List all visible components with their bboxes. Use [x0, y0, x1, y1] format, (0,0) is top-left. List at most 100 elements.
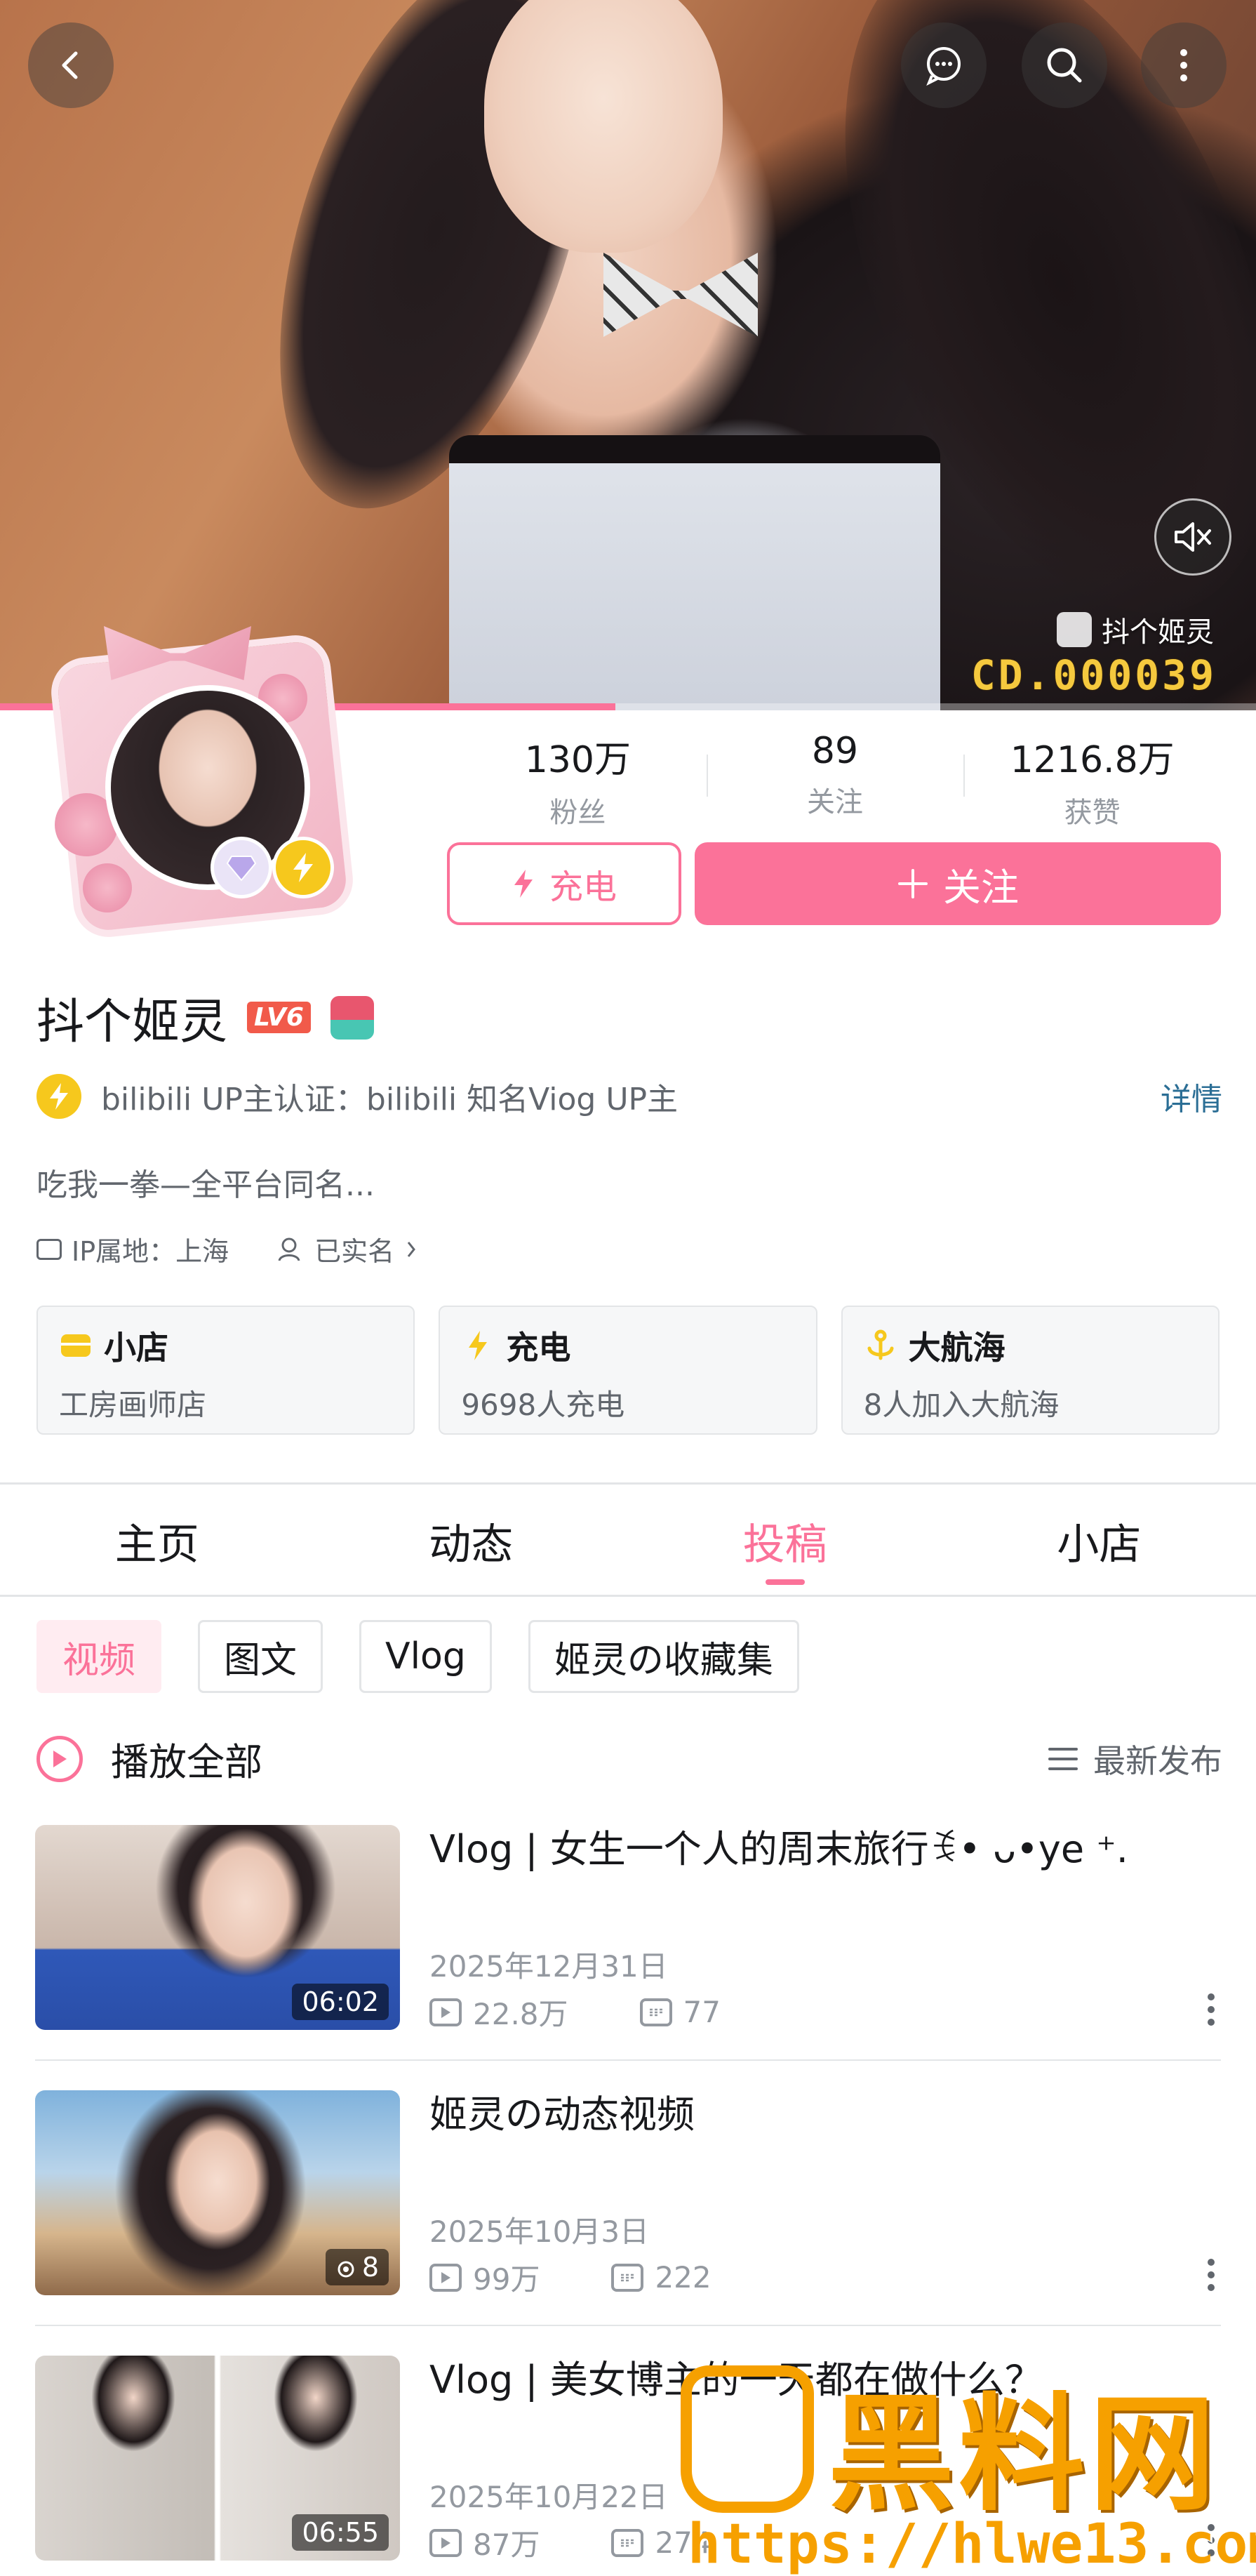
card-title: 小店: [104, 1322, 168, 1369]
stat-value: 1216.8万: [1010, 730, 1175, 783]
person-verified-icon: [276, 1235, 305, 1263]
tab-dynamics[interactable]: 动态: [314, 1488, 629, 1593]
stat-likes[interactable]: 1216.8万 获赞: [963, 730, 1221, 821]
chip-vlog[interactable]: Vlog: [359, 1620, 492, 1693]
video-title: 姬灵の动态视频: [429, 2090, 1201, 2139]
video-meta: 99万 222: [429, 2256, 711, 2299]
video-item[interactable]: 8 姬灵の动态视频 2025年10月3日 99万 222: [35, 2090, 1221, 2301]
diamond-badge-icon: [211, 837, 272, 898]
stat-following[interactable]: 89 关注: [707, 730, 964, 821]
divider: [35, 2059, 1221, 2061]
chevron-left-icon: [53, 48, 88, 83]
ip-location: IP属地：上海: [72, 1230, 229, 1268]
image-count-badge: 8: [326, 2249, 389, 2285]
ip-icon: [36, 1239, 62, 1260]
video-date: 2025年12月31日: [429, 1943, 668, 1986]
chip-collection[interactable]: 姬灵の收藏集: [528, 1620, 799, 1693]
play-all-row: 播放全部 最新发布: [36, 1731, 1222, 1786]
stats-row: 130万 粉丝 89 关注 1216.8万 获赞: [449, 730, 1221, 821]
video-date: 2025年10月3日: [429, 2208, 649, 2251]
banner-watermark-name: 抖个姬灵: [1102, 609, 1214, 650]
card-title: 充电: [506, 1322, 570, 1369]
play-all-button[interactable]: 播放全部: [111, 1731, 1047, 1786]
play-count-icon: [429, 2529, 462, 2557]
level-badge: LV6: [247, 1002, 311, 1033]
tab-bar: 主页 动态 投稿 小店: [0, 1488, 1256, 1593]
plus-icon: [897, 868, 929, 900]
banner-watermark-code: CD.000039: [971, 651, 1217, 699]
avatar[interactable]: [41, 611, 363, 941]
sort-label: 最新发布: [1093, 1736, 1222, 1782]
image-count: 8: [362, 2252, 379, 2283]
video-duration: 06:55: [292, 2514, 389, 2551]
banner-image-dress: [449, 435, 940, 710]
banner-watermark: 抖个姬灵: [1057, 609, 1214, 650]
chevron-right-icon: [404, 1238, 418, 1261]
video-item[interactable]: 06:02 Vlog | 女生一个人的周末旅行ꉂ• ᴗ•ye ⁺. 2025年1…: [35, 1825, 1221, 2036]
lightning-certification-icon: [36, 1074, 81, 1119]
name-row: 抖个姬灵 LV6: [36, 983, 374, 1052]
tab-home[interactable]: 主页: [0, 1488, 314, 1593]
certification-row: bilibili UP主认证：bilibili 知名Viog UP主 详情: [36, 1074, 1222, 1119]
ip-row: IP属地：上海 已实名: [36, 1230, 418, 1268]
card-subtitle: 8人加入大航海: [864, 1381, 1197, 1424]
tab-shop[interactable]: 小店: [942, 1488, 1256, 1593]
mute-button[interactable]: [1154, 498, 1231, 576]
video-duration: 06:02: [292, 1984, 389, 2020]
chip-image-text[interactable]: 图文: [198, 1620, 323, 1693]
realname-status[interactable]: 已实名: [314, 1230, 394, 1268]
header-banner[interactable]: 抖个姬灵 CD.000039: [0, 0, 1256, 710]
play-circle-icon[interactable]: [36, 1736, 83, 1782]
more-vertical-icon[interactable]: [1207, 1993, 1215, 2026]
video-thumbnail[interactable]: 06:55: [35, 2356, 400, 2561]
anchor-icon: [864, 1329, 897, 1362]
card-title: 大航海: [909, 1322, 1006, 1369]
danmaku-count: 222: [655, 2260, 711, 2295]
view-count: 87万: [473, 2521, 540, 2564]
charge-button[interactable]: 充电: [447, 842, 681, 925]
play-count-icon: [429, 1998, 462, 2026]
charge-card[interactable]: 充电 9698人充电: [439, 1306, 817, 1435]
divider: [0, 1595, 1256, 1597]
back-button[interactable]: [28, 22, 114, 108]
charge-button-label: 充电: [549, 859, 617, 908]
danmaku-icon: [611, 2529, 643, 2557]
stat-label: 粉丝: [549, 790, 606, 830]
list-icon: [1047, 1745, 1079, 1773]
image-stack-icon: [335, 2260, 356, 2278]
tab-uploads[interactable]: 投稿: [628, 1488, 942, 1593]
follow-button[interactable]: 关注: [695, 842, 1221, 925]
site-watermark-url: https://hlwe13.com: [688, 2513, 1256, 2576]
stat-value: 89: [812, 730, 858, 772]
more-vertical-icon[interactable]: [1207, 2259, 1215, 2291]
video-thumbnail[interactable]: 8: [35, 2090, 400, 2295]
divider: [35, 2325, 1221, 2326]
stat-fans[interactable]: 130万 粉丝: [449, 730, 707, 821]
certification-details-link[interactable]: 详情: [1161, 1074, 1222, 1119]
user-name: 抖个姬灵: [36, 983, 227, 1052]
certification-text: bilibili UP主认证：bilibili 知名Viog UP主: [101, 1074, 1161, 1119]
message-button[interactable]: [901, 22, 987, 108]
more-vertical-icon: [1177, 44, 1191, 86]
banner-image-bow: [603, 253, 758, 337]
danmaku-icon: [640, 1998, 672, 2026]
sort-button[interactable]: 最新发布: [1047, 1736, 1222, 1782]
banner-image-face: [484, 0, 723, 253]
stat-label: 关注: [807, 779, 863, 820]
gift-icon[interactable]: [330, 996, 374, 1040]
shop-card[interactable]: 小店 工房画师店: [36, 1306, 415, 1435]
search-button[interactable]: [1022, 22, 1107, 108]
play-count-icon: [429, 2264, 462, 2292]
filter-chips: 视频 图文 Vlog 姬灵の收藏集: [36, 1620, 799, 1693]
rose-decoration: [83, 863, 132, 912]
chip-video[interactable]: 视频: [36, 1620, 161, 1693]
danmaku-icon: [611, 2264, 643, 2292]
video-thumbnail[interactable]: 06:02: [35, 1825, 400, 2030]
user-signature[interactable]: 吃我一拳—全平台同名...: [36, 1160, 375, 1204]
feature-cards: 小店 工房画师店 充电 9698人充电 大航海 8人加入大航海: [36, 1306, 1220, 1435]
video-meta: 22.8万 77: [429, 1991, 721, 2033]
divider: [0, 1482, 1256, 1485]
stat-label: 获赞: [1064, 790, 1121, 830]
more-button[interactable]: [1141, 22, 1227, 108]
guard-card[interactable]: 大航海 8人加入大航海: [841, 1306, 1220, 1435]
